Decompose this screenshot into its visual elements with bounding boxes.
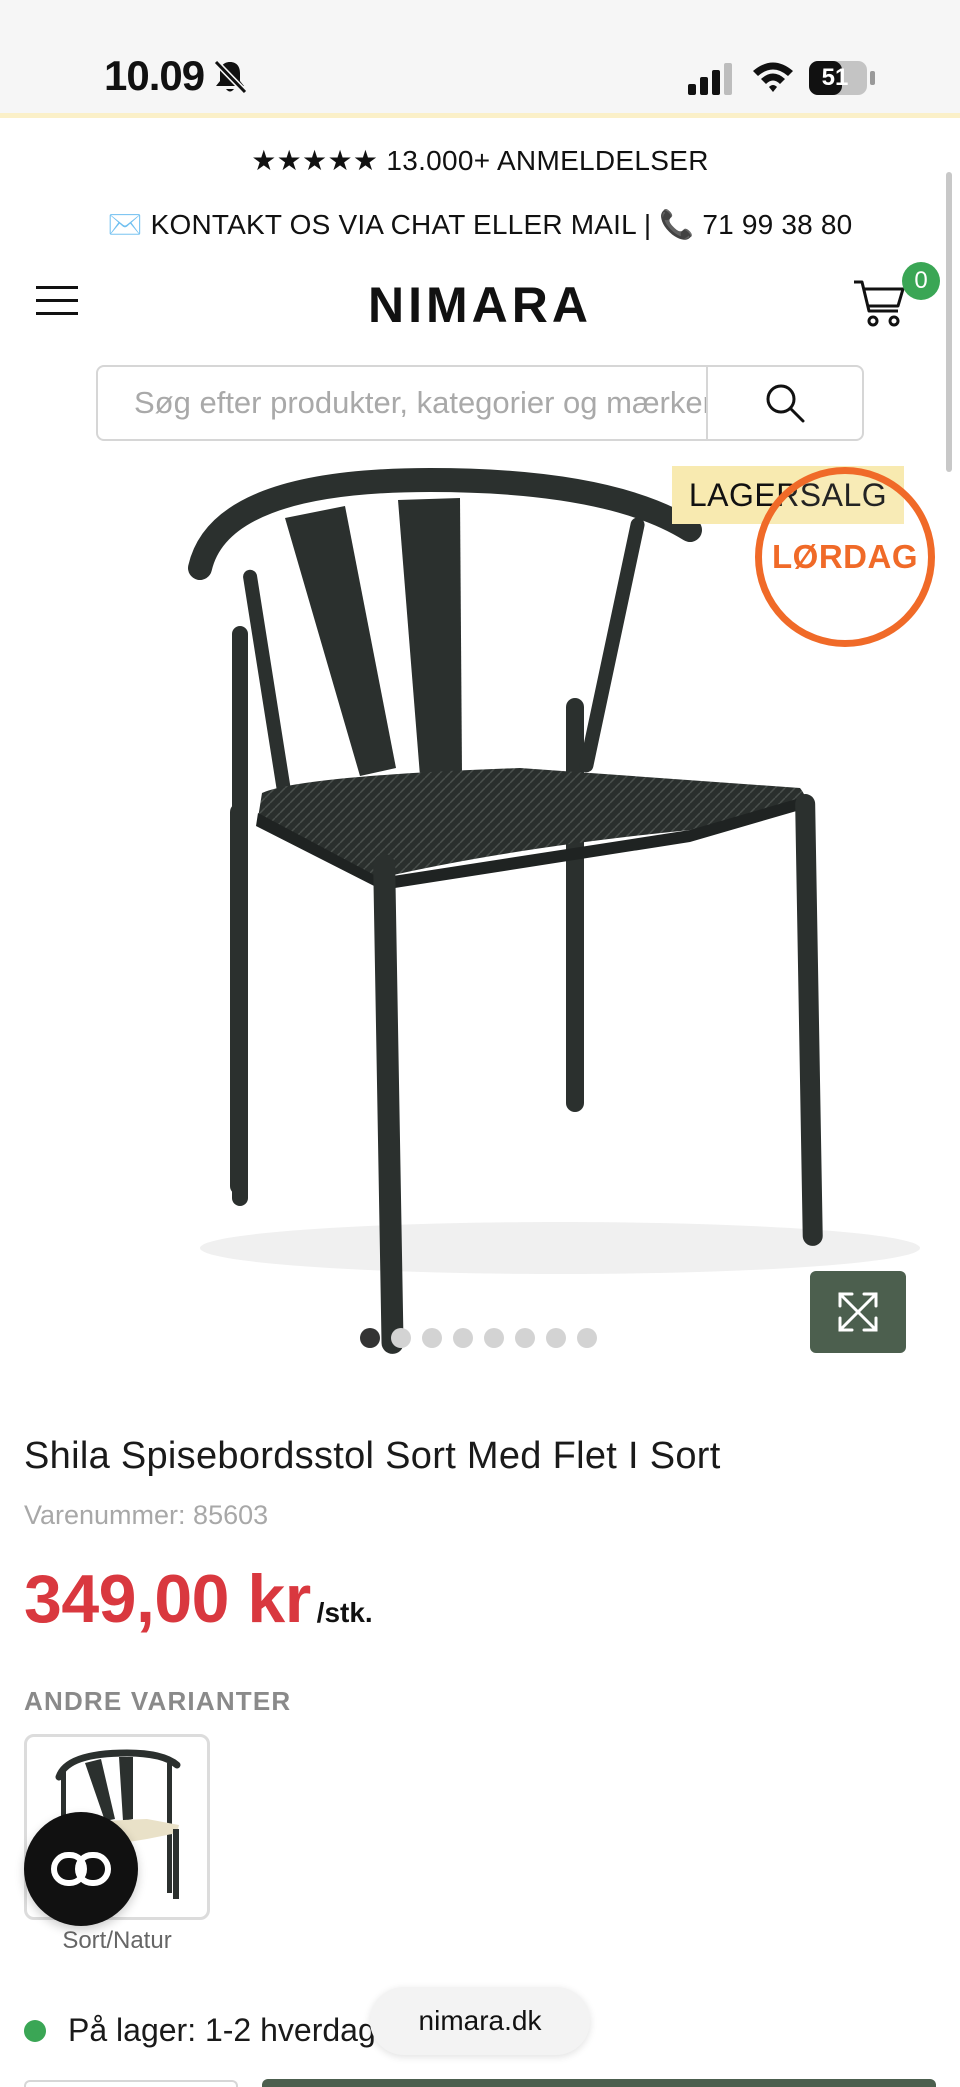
search-bar: [96, 365, 864, 441]
carousel-dot[interactable]: [515, 1328, 535, 1348]
search-icon: [766, 384, 805, 423]
price-unit: /stk.: [316, 1597, 373, 1628]
variants-heading: ANDRE VARIANTER: [24, 1686, 292, 1716]
variant-label: Sort/Natur: [62, 1927, 172, 1954]
cart-count-badge: 0: [902, 262, 940, 300]
chat-button[interactable]: [24, 1812, 138, 1926]
search-input[interactable]: [98, 367, 706, 439]
hamburger-menu-icon[interactable]: [36, 284, 78, 318]
carousel-dot[interactable]: [484, 1328, 504, 1348]
carousel-dot[interactable]: [391, 1328, 411, 1348]
expand-arrows-icon: [838, 1292, 878, 1332]
lordag-badge-label: LØRDAG: [772, 538, 918, 575]
carousel-dot[interactable]: [360, 1328, 380, 1348]
bell-muted-icon: [213, 59, 248, 95]
contact-announcement: ✉️ KONTAKT OS VIA CHAT ELLER MAIL | 📞 71…: [107, 209, 853, 240]
lordag-badge: LØRDAG: [755, 467, 935, 647]
carousel-dot[interactable]: [577, 1328, 597, 1348]
brand-logo[interactable]: NIMARA: [0, 276, 960, 334]
product-sku: Varenummer: 85603: [24, 1500, 269, 1530]
fullscreen-zoom-button[interactable]: [810, 1271, 906, 1353]
in-stock-indicator: [24, 2019, 46, 2042]
shopping-cart-icon[interactable]: [852, 278, 906, 328]
stock-status: På lager: 1-2 hverdage: [24, 2012, 394, 2049]
reviews-announcement: ★★★★★ 13.000+ ANMELDELSER: [251, 145, 709, 176]
wifi-icon: [753, 62, 793, 92]
carousel-dot[interactable]: [453, 1328, 473, 1348]
product-title: Shila Spisebordsstol Sort Med Flet I Sor…: [24, 1435, 721, 1477]
stock-text: På lager: 1-2 hverdage: [68, 2012, 394, 2048]
battery-level: 51: [821, 64, 849, 91]
add-to-cart-button[interactable]: [262, 2079, 936, 2087]
quantity-field[interactable]: [24, 2080, 238, 2087]
scrollbar[interactable]: [946, 172, 952, 472]
search-button[interactable]: [706, 367, 862, 439]
browser-url-pill[interactable]: nimara.dk: [370, 1987, 590, 2055]
price-row: 349,00 kr /stk.: [24, 1560, 373, 1638]
carousel-dots: [360, 1328, 597, 1350]
carousel-dot[interactable]: [546, 1328, 566, 1348]
product-price: 349,00 kr: [24, 1561, 311, 1637]
status-time: 10.09: [104, 52, 205, 99]
carousel-dot[interactable]: [422, 1328, 442, 1348]
cellular-signal-icon: [688, 63, 732, 95]
chat-bubble-icon: [51, 1852, 111, 1886]
